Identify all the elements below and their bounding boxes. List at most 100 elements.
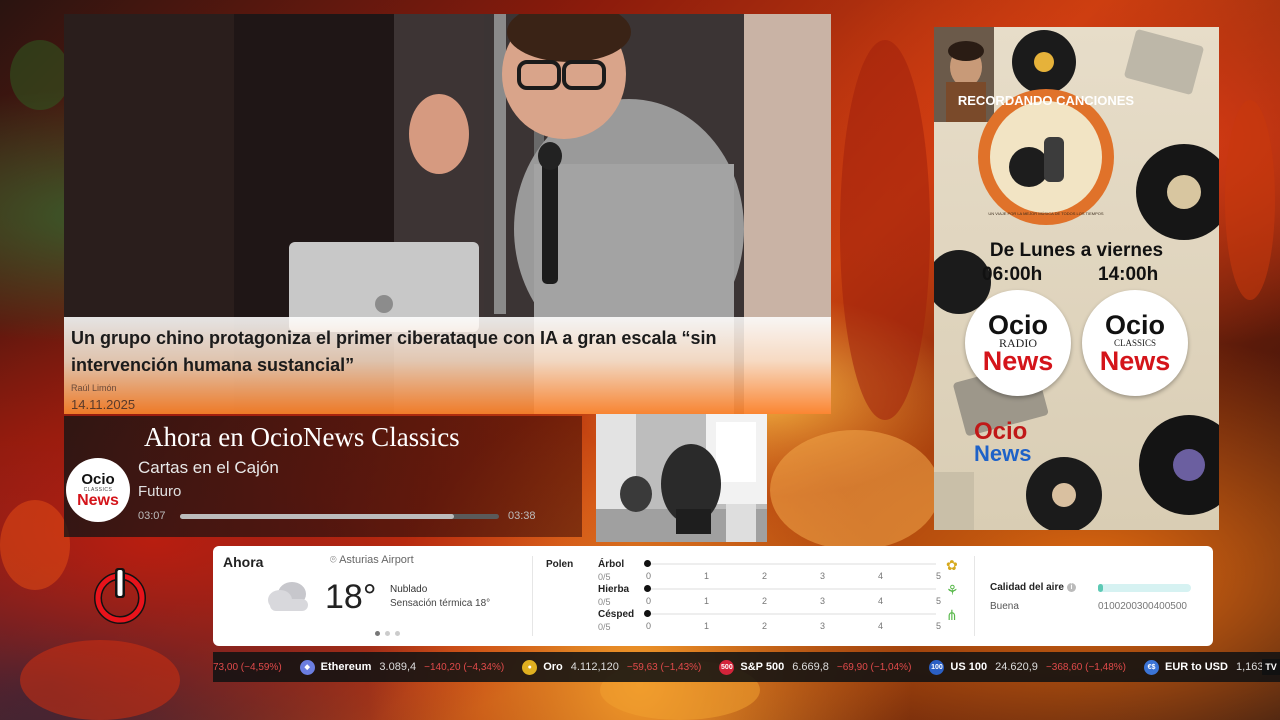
pollen-tick-label: 0: [646, 571, 652, 581]
ticker-change: 73,00 (−4,59%): [213, 661, 282, 673]
info-icon[interactable]: i: [1066, 583, 1076, 592]
ticker-symbol: EUR to USD: [1165, 661, 1228, 673]
air-quality-bar: [1098, 584, 1191, 592]
pollen-row: Árbol 0/5 0 1 2 3 4 5 ✿: [598, 557, 963, 582]
ticker-price: 24.620,9: [995, 661, 1038, 673]
weather-widget: Ahora ⌾ Asturias Airport 18° Nublado Sen…: [213, 546, 1213, 646]
logo-news-text: News: [77, 491, 119, 509]
lawn-icon: ⋔: [946, 607, 958, 623]
ticker-change: −69,90 (−1,04%): [836, 661, 912, 673]
weather-location-text: Asturias Airport: [339, 554, 414, 566]
song-title: Cartas en el Cajón: [138, 458, 279, 477]
ticker-change: −368,60 (−1,48%): [1045, 661, 1126, 673]
headline-news-card[interactable]: Un grupo chino protagoniza el primer cib…: [64, 14, 831, 414]
location-pin-icon: ⌾: [330, 554, 337, 566]
divider: [974, 556, 975, 636]
pollen-tick-label: 1: [704, 621, 710, 631]
small-logo-ocio: Ocio: [974, 418, 1028, 445]
song-artist: Futuro: [138, 483, 182, 500]
song-progress-bar: [180, 514, 499, 519]
pollen-value: 0/5: [598, 597, 611, 607]
headline-title[interactable]: Un grupo chino protagoniza el primer cib…: [71, 325, 823, 379]
gold-icon: ●: [522, 659, 538, 675]
divider: [532, 556, 533, 636]
temperature: 18°: [325, 578, 377, 616]
air-quality-label: Calidad del aire i: [990, 582, 1076, 593]
pollen-tick-label: 0: [646, 621, 652, 631]
air-quality-level: [1098, 584, 1103, 592]
weather-condition: Nublado: [390, 584, 428, 595]
logo-ocio-text: Ocio: [81, 470, 115, 488]
now-playing-heading: Ahora en OcioNews Classics: [144, 422, 460, 452]
pollen-tick-label: 1: [704, 596, 710, 606]
elapsed-time: 03:07: [138, 510, 166, 522]
studio-webcam: [596, 414, 767, 542]
ticker-item[interactable]: €$EUR to USD1,16336+0: [1144, 659, 1280, 675]
weather-location[interactable]: ⌾ Asturias Airport: [330, 554, 414, 567]
market-ticker: 73,00 (−4,59%) ◆ Ethereum 3.089,4 −140,20 (−…: [213, 652, 1280, 682]
radio-logo-news: News: [982, 346, 1054, 376]
pollen-tick-label: 4: [878, 596, 884, 606]
ticker-symbol: S&P 500: [740, 661, 785, 673]
ticker-item[interactable]: 100 US 100 24.620,9 −368,60 (−1,48%): [929, 659, 1126, 675]
ocionews-small-logo: Ocio News: [974, 418, 1032, 466]
pollen-track: [646, 588, 936, 590]
ticker-item[interactable]: 500 S&P 500 6.669,8 −69,90 (−1,04%): [719, 659, 912, 675]
ethereum-icon: ◆: [299, 659, 315, 675]
ticker-item[interactable]: 73,00 (−4,59%): [213, 662, 282, 673]
pollen-tick-label: 3: [820, 596, 826, 606]
ticker-symbol: Oro: [543, 661, 563, 673]
pollen-tick-label: 2: [762, 621, 768, 631]
pollen-value: 0/5: [598, 622, 611, 632]
ocionews-radio-logo: Ocio RADIO News: [965, 290, 1071, 396]
pollen-tick-label: 5: [936, 571, 942, 581]
page-dot[interactable]: [385, 631, 390, 636]
ocionews-classics-logo: Ocio CLASSICS News: [66, 458, 130, 522]
ticker-item[interactable]: ◆ Ethereum 3.089,4 −140,20 (−4,34%): [299, 659, 504, 675]
recordando-canciones-poster[interactable]: RECORDANDO CANCIONES UN VIAJE POR LA MEJ…: [934, 27, 1219, 530]
poster-schedule-hour-1: 06:00h: [982, 264, 1043, 285]
ticker-price: 6.669,8: [792, 661, 829, 673]
tree-icon: ✿: [946, 557, 958, 573]
weather-now-label: Ahora: [223, 554, 264, 570]
pollen-row: Hierba 0/5 0 1 2 3 4 5 ⚘: [598, 582, 963, 607]
pollen-track: [646, 563, 936, 565]
pollen-track: [646, 613, 936, 615]
song-duration: 03:38: [508, 510, 536, 522]
feels-like: Sensación térmica 18°: [390, 598, 491, 609]
pollen-name: Hierba: [598, 584, 630, 595]
power-icon[interactable]: [94, 566, 146, 624]
radio-logo-ocio: Ocio: [987, 310, 1048, 340]
pollen-tick-label: 1: [704, 571, 710, 581]
classics-logo-news: News: [1099, 346, 1171, 376]
ticker-price: 4.112,120: [570, 661, 619, 673]
ticker-symbol: US 100: [950, 661, 988, 673]
pollen-tick-label: 2: [762, 596, 768, 606]
eur-usd-icon: €$: [1144, 659, 1159, 675]
pollen-row: Césped 0/5 0 1 2 3 4 5 ⋔: [598, 607, 963, 632]
pollen-level-marker: [644, 585, 651, 592]
poster-title-text: RECORDANDO CANCIONES: [958, 93, 1135, 108]
cloudy-icon: [268, 582, 308, 611]
sp500-icon: 500: [719, 659, 735, 675]
poster-tagline-text: UN VIAJE POR LA MEJOR MÚSICA DE TODOS LO…: [988, 211, 1103, 216]
poster-schedule-days: De Lunes a viernes: [989, 240, 1164, 261]
pollen-tick-label: 4: [878, 621, 884, 631]
ticker-change: −59,63 (−1,43%): [626, 661, 702, 673]
now-playing-panel: Ahora en OcioNews Classics Ocio CLASSICS…: [64, 416, 582, 537]
page-dot[interactable]: [395, 631, 400, 636]
webcam-image: [596, 414, 767, 542]
ticker-items: 73,00 (−4,59%) ◆ Ethereum 3.089,4 −140,20 (−…: [213, 659, 1280, 675]
pollen-tick-label: 5: [936, 621, 942, 631]
tradingview-logo[interactable]: TV: [1262, 659, 1280, 675]
pollen-tick-label: 2: [762, 571, 768, 581]
headline-author: Raúl Limón: [71, 383, 117, 393]
page-dot[interactable]: [375, 631, 380, 636]
pollen-name: Árbol: [598, 559, 625, 570]
small-logo-news: News: [974, 441, 1032, 466]
classics-logo-ocio: Ocio: [1104, 310, 1165, 340]
air-quality-value: Buena: [990, 601, 1019, 612]
ticker-price: 3.089,4: [379, 661, 417, 673]
weather-page-dots[interactable]: [375, 631, 400, 636]
ticker-item[interactable]: ● Oro 4.112,120 −59,63 (−1,43%): [522, 659, 702, 675]
